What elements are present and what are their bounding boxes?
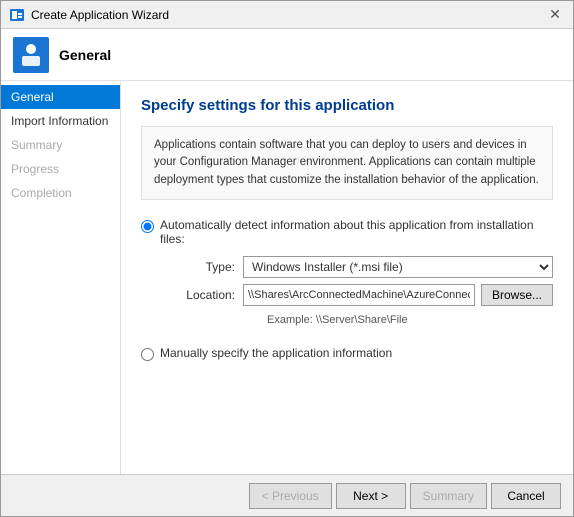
sidebar-item-import[interactable]: Import Information <box>1 109 120 133</box>
type-select[interactable]: Windows Installer (*.msi file) <box>243 256 553 278</box>
dialog-title: Create Application Wizard <box>31 8 169 22</box>
auto-detect-label[interactable]: Automatically detect information about t… <box>160 218 553 246</box>
type-label: Type: <box>165 260 235 274</box>
create-application-wizard: Create Application Wizard ✕ General Gene… <box>0 0 574 517</box>
sidebar-item-completion: Completion <box>1 181 120 205</box>
manual-radio-row: Manually specify the application informa… <box>141 346 553 361</box>
auto-detect-section: Automatically detect information about t… <box>141 218 553 326</box>
example-text: Example: \\Server\Share\File <box>267 314 553 326</box>
close-button[interactable]: ✕ <box>545 5 565 25</box>
manual-radio[interactable] <box>141 348 154 361</box>
type-control: Windows Installer (*.msi file) <box>243 256 553 278</box>
title-bar-left: Create Application Wizard <box>9 7 169 23</box>
location-control: Browse... <box>243 284 553 306</box>
manual-label[interactable]: Manually specify the application informa… <box>160 346 392 360</box>
main-area: General Import Information Summary Progr… <box>1 81 573 474</box>
field-grid: Type: Windows Installer (*.msi file) Loc… <box>165 256 553 326</box>
sidebar-item-progress: Progress <box>1 157 120 181</box>
footer: < Previous Next > Summary Cancel <box>1 474 573 516</box>
header-title: General <box>59 47 111 63</box>
sidebar-item-summary: Summary <box>1 133 120 157</box>
general-icon <box>17 41 45 69</box>
sidebar: General Import Information Summary Progr… <box>1 81 121 474</box>
content-title: Specify settings for this application <box>141 97 553 114</box>
wizard-icon <box>9 7 25 23</box>
sidebar-item-general[interactable]: General <box>1 85 120 109</box>
title-bar: Create Application Wizard ✕ <box>1 1 573 29</box>
summary-button[interactable]: Summary <box>410 483 487 509</box>
auto-detect-radio[interactable] <box>141 220 154 233</box>
location-input[interactable] <box>243 284 475 306</box>
description-text: Applications contain software that you c… <box>141 126 553 200</box>
location-label: Location: <box>165 288 235 302</box>
header-bar: General <box>1 29 573 81</box>
next-button[interactable]: Next > <box>336 483 406 509</box>
header-icon <box>13 37 49 73</box>
browse-button[interactable]: Browse... <box>481 284 553 306</box>
cancel-button[interactable]: Cancel <box>491 483 561 509</box>
content-area: Specify settings for this application Ap… <box>121 81 573 474</box>
previous-button[interactable]: < Previous <box>249 483 332 509</box>
auto-detect-row: Automatically detect information about t… <box>141 218 553 246</box>
